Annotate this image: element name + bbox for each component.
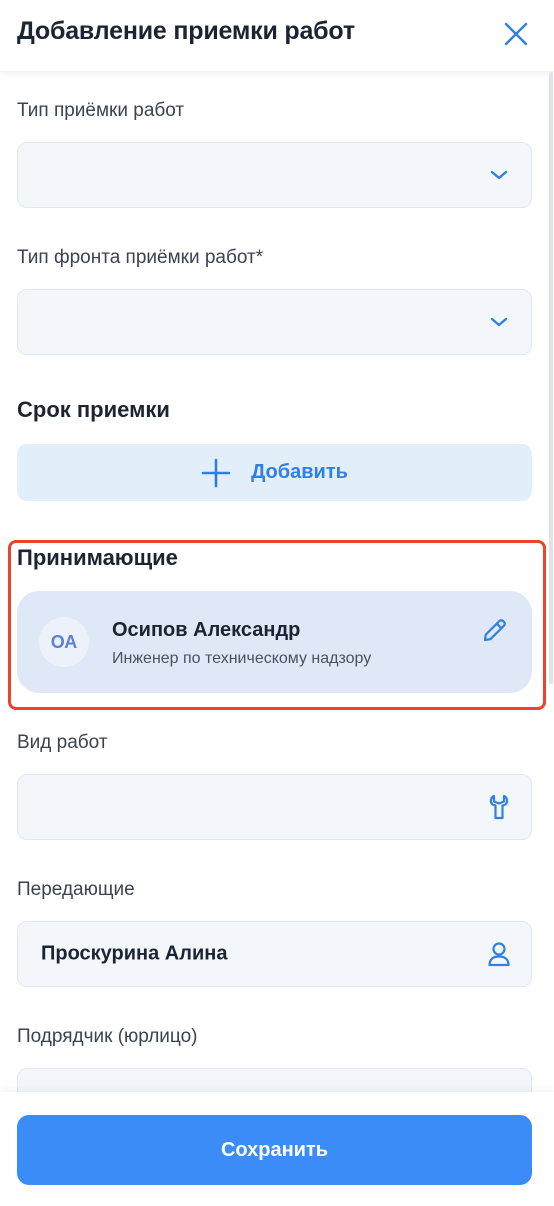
receiver-card[interactable]: ОА Осипов Александр Инженер по техническ… bbox=[17, 591, 532, 693]
page-title: Добавление приемки работ bbox=[17, 17, 355, 45]
transferring-field[interactable]: Проскурина Алина bbox=[17, 921, 532, 987]
header: Добавление приемки работ bbox=[0, 0, 554, 72]
avatar: ОА bbox=[39, 617, 89, 667]
front-type-select[interactable] bbox=[17, 289, 532, 355]
acceptance-type-select[interactable] bbox=[17, 142, 532, 208]
user-icon[interactable] bbox=[487, 942, 511, 967]
receiver-role: Инженер по техническому надзору bbox=[112, 650, 372, 667]
contractor-label: Подрядчик (юрлицо) bbox=[17, 1026, 198, 1047]
footer: Сохранить bbox=[0, 1092, 554, 1206]
deadline-section-title: Срок приемки bbox=[17, 397, 170, 422]
acceptance-type-label: Тип приёмки работ bbox=[17, 100, 185, 121]
wrench-icon[interactable] bbox=[487, 794, 511, 820]
front-type-label: Тип фронта приёмки работ* bbox=[17, 247, 264, 268]
edit-pencil-icon bbox=[483, 619, 506, 642]
transferring-value: Проскурина Алина bbox=[41, 942, 228, 965]
work-type-field[interactable] bbox=[17, 774, 532, 840]
transferring-label: Передающие bbox=[17, 879, 135, 900]
add-deadline-label: Добавить bbox=[251, 461, 348, 483]
chevron-down-icon bbox=[487, 310, 511, 334]
close-button[interactable] bbox=[496, 14, 536, 54]
work-type-label: Вид работ bbox=[17, 732, 108, 753]
edit-receiver-button[interactable] bbox=[480, 615, 510, 645]
scrollbar-thumb[interactable] bbox=[549, 72, 553, 684]
receiver-name: Осипов Александр bbox=[112, 619, 301, 641]
close-icon bbox=[504, 22, 528, 46]
chevron-down-icon bbox=[487, 163, 511, 187]
add-deadline-button[interactable]: Добавить bbox=[17, 444, 532, 501]
save-button[interactable]: Сохранить bbox=[17, 1115, 532, 1185]
scrollbar[interactable] bbox=[549, 72, 553, 1092]
receivers-section-title: Принимающие bbox=[17, 545, 178, 570]
plus-icon bbox=[201, 458, 231, 488]
